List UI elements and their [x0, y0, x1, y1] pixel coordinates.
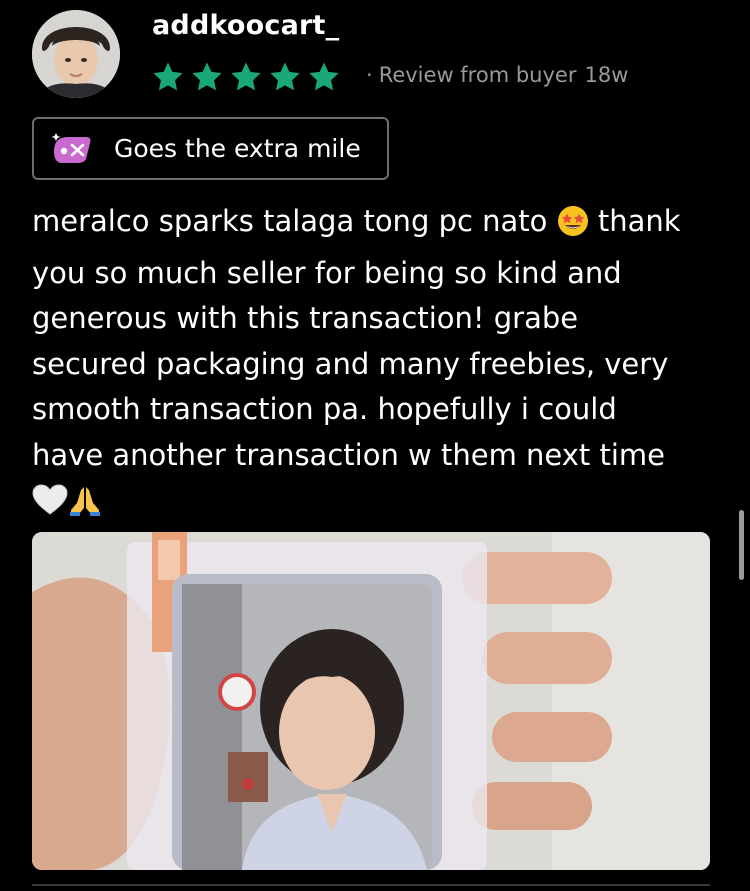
review-line: secured packaging and many freebies, ver…: [32, 346, 669, 381]
review-meta: · Review from buyer 18w: [366, 63, 628, 87]
badge-label: Goes the extra mile: [114, 134, 361, 163]
review-line: meralco sparks talaga tong pc nato: [32, 204, 548, 238]
star-rating: [151, 60, 341, 94]
review-tag-badge: Goes the extra mile: [32, 117, 389, 180]
review-source-label: Review from buyer: [378, 63, 577, 87]
review-line: you so much seller for being so kind and: [32, 255, 622, 290]
star-struck-emoji: [557, 205, 589, 251]
meta-separator: ·: [366, 63, 373, 87]
avatar[interactable]: [32, 10, 120, 98]
white-heart-emoji: [32, 484, 68, 530]
review-body: meralco sparks talaga tong pc nato thank…: [32, 199, 732, 530]
reviewer-username[interactable]: addkoocart_: [152, 10, 339, 41]
star-icon: [270, 62, 300, 91]
star-icon: [192, 62, 222, 91]
scrollbar-thumb[interactable]: [739, 510, 744, 580]
review-line: have another transaction w them next tim…: [32, 437, 666, 472]
star-icon: [153, 62, 183, 91]
review-line: generous with this transaction! grabe: [32, 301, 579, 335]
star-icon: [231, 62, 261, 91]
folded-hands-emoji: [68, 484, 102, 530]
sparkle-tag-icon: [51, 132, 91, 163]
review-line: smooth transaction pa. hopefully i could: [32, 392, 617, 426]
star-icon: [309, 62, 339, 91]
divider: [32, 884, 710, 886]
review-photo[interactable]: [32, 532, 710, 870]
review-age: 18w: [584, 63, 629, 87]
review-card: addkoocart_ · Review from buyer 18w Goes t…: [0, 0, 750, 891]
review-line: thank: [597, 204, 681, 238]
